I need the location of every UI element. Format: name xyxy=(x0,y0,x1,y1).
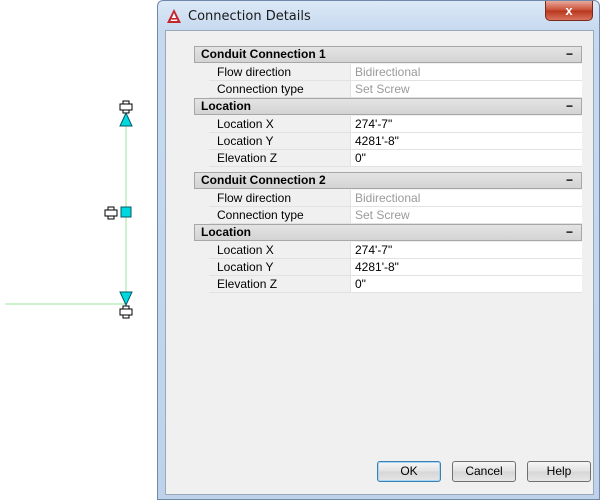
property-label: Connection type xyxy=(209,207,351,223)
connection-details-dialog: Connection Details x Conduit Connection … xyxy=(157,0,600,500)
property-value-location-y[interactable]: 4281'-8" xyxy=(351,133,582,149)
property-label: Location Y xyxy=(209,259,351,275)
property-label: Flow direction xyxy=(209,190,351,206)
property-row: Location Y 4281'-8" xyxy=(209,133,582,150)
property-row: Flow direction Bidirectional xyxy=(209,190,582,207)
collapse-icon[interactable]: − xyxy=(566,99,573,114)
section-conduit-connection-1[interactable]: Conduit Connection 1 − xyxy=(194,46,582,63)
property-label: Elevation Z xyxy=(209,276,351,292)
property-value-location-x[interactable]: 274'-7" xyxy=(351,116,582,132)
property-value-elevation-z[interactable]: 0" xyxy=(351,276,582,292)
section-conduit-connection-2[interactable]: Conduit Connection 2 − xyxy=(194,172,582,189)
close-button[interactable]: x xyxy=(545,1,593,21)
property-row: Location X 274'-7" xyxy=(209,116,582,133)
add-grip-middle-icon xyxy=(104,206,118,220)
property-row: Connection type Set Screw xyxy=(209,207,582,224)
section-title: Conduit Connection 1 xyxy=(201,47,326,61)
title-bar[interactable]: Connection Details x xyxy=(158,1,599,31)
property-value-connection-type: Set Screw xyxy=(351,81,582,97)
property-label: Connection type xyxy=(209,81,351,97)
property-value-location-x[interactable]: 274'-7" xyxy=(351,242,582,258)
section-title: Conduit Connection 2 xyxy=(201,173,326,187)
property-label: Location X xyxy=(209,116,351,132)
section-location-2[interactable]: Location − xyxy=(194,224,582,241)
section-title: Location xyxy=(201,225,251,239)
property-row: Location X 274'-7" xyxy=(209,242,582,259)
property-value-elevation-z[interactable]: 0" xyxy=(351,150,582,166)
end-grip-bottom-icon xyxy=(119,291,133,307)
property-value-flow-direction: Bidirectional xyxy=(351,190,582,206)
collapse-icon[interactable]: − xyxy=(566,225,573,240)
add-grip-bottom-icon xyxy=(119,305,133,319)
close-icon: x xyxy=(565,3,573,18)
property-label: Location X xyxy=(209,242,351,258)
collapse-icon[interactable]: − xyxy=(566,173,573,188)
property-value-connection-type: Set Screw xyxy=(351,207,582,223)
dialog-buttons: OK Cancel Help xyxy=(377,461,591,482)
property-label: Location Y xyxy=(209,133,351,149)
property-value-flow-direction: Bidirectional xyxy=(351,64,582,80)
ok-button[interactable]: OK xyxy=(377,461,441,482)
property-value-location-y[interactable]: 4281'-8" xyxy=(351,259,582,275)
section-location-1[interactable]: Location − xyxy=(194,98,582,115)
cancel-button[interactable]: Cancel xyxy=(452,461,516,482)
end-grip-top-icon xyxy=(119,111,133,127)
collapse-icon[interactable]: − xyxy=(566,47,573,62)
help-button[interactable]: Help xyxy=(527,461,591,482)
midpoint-grip-icon xyxy=(120,206,132,218)
conduit-drawing xyxy=(5,100,133,319)
section-title: Location xyxy=(201,99,251,113)
property-row: Connection type Set Screw xyxy=(209,81,582,98)
property-row: Flow direction Bidirectional xyxy=(209,64,582,81)
dialog-client-area: Conduit Connection 1 − Flow direction Bi… xyxy=(165,30,594,495)
property-grid: Conduit Connection 1 − Flow direction Bi… xyxy=(194,46,582,293)
property-label: Flow direction xyxy=(209,64,351,80)
drawing-canvas[interactable] xyxy=(0,0,160,501)
autocad-app-icon xyxy=(167,9,181,23)
property-row: Elevation Z 0" xyxy=(209,276,582,293)
dialog-title: Connection Details xyxy=(188,9,311,24)
property-row: Location Y 4281'-8" xyxy=(209,259,582,276)
add-grip-top-icon xyxy=(119,100,133,114)
property-label: Elevation Z xyxy=(209,150,351,166)
property-row: Elevation Z 0" xyxy=(209,150,582,167)
